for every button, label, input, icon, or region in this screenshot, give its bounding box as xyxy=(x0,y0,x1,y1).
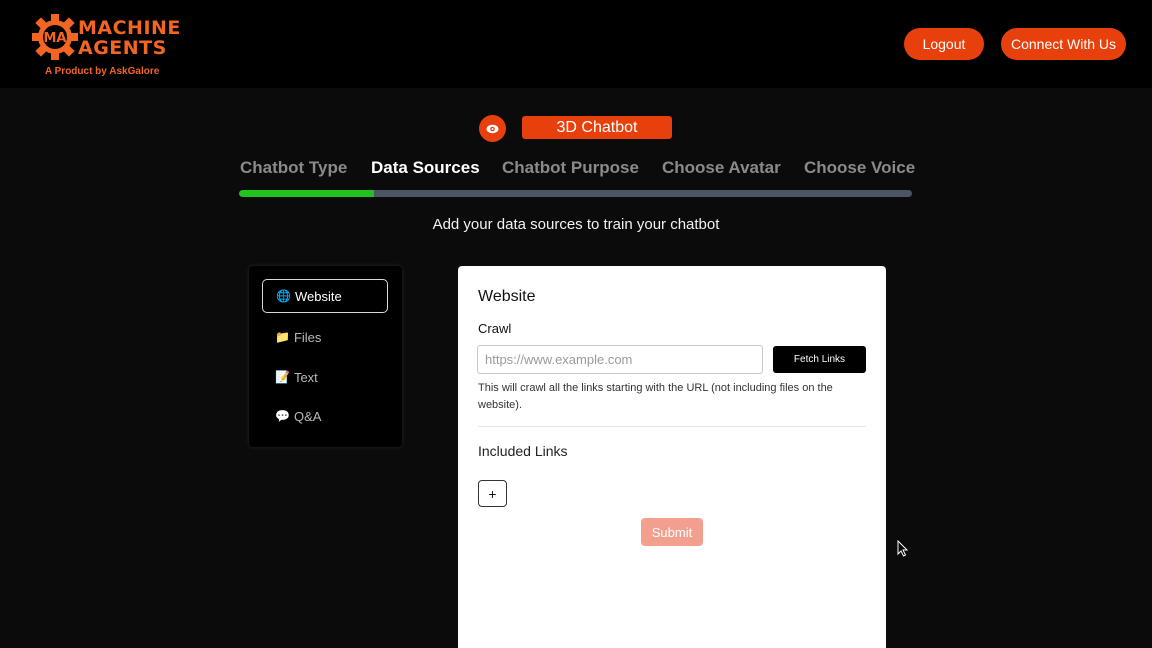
mouse-pointer-icon xyxy=(897,540,909,557)
wizard-progress-bar xyxy=(239,190,912,197)
source-item-website[interactable]: 🌐 Website xyxy=(262,279,388,313)
memo-icon: 📝 xyxy=(275,370,290,384)
submit-button[interactable]: Submit xyxy=(641,518,703,546)
source-label: Website xyxy=(294,288,342,304)
step-chatbot-purpose[interactable]: Chatbot Purpose xyxy=(502,158,639,178)
folder-icon: 📁 xyxy=(275,330,290,344)
add-link-button[interactable]: + xyxy=(478,480,507,507)
page-subtitle: Add your data sources to train your chat… xyxy=(432,216,720,233)
top-header: MA MACHINE AGENTS A Product by AskGalore… xyxy=(0,0,1152,88)
crawl-url-input[interactable] xyxy=(477,345,763,374)
speech-bubble-icon: 💬 xyxy=(275,409,290,423)
source-label: Q&A xyxy=(293,408,322,424)
logo-line-2: AGENTS xyxy=(78,37,167,59)
globe-icon: 🌐 xyxy=(276,289,291,303)
crawl-hint: This will crawl all the links starting w… xyxy=(478,382,833,411)
divider xyxy=(478,426,866,427)
step-choose-avatar[interactable]: Choose Avatar xyxy=(662,158,781,178)
source-label: Files xyxy=(293,329,322,345)
logo-badge: MA xyxy=(44,31,67,46)
logo-line-1: MACHINE xyxy=(78,17,181,39)
gear-logo-icon: MA xyxy=(32,14,78,60)
connect-with-us-button[interactable]: Connect With Us xyxy=(1001,28,1126,60)
crawl-label: Crawl xyxy=(478,321,512,336)
source-label: Text xyxy=(293,369,318,385)
step-chatbot-type[interactable]: Chatbot Type xyxy=(240,158,347,178)
source-item-text[interactable]: 📝 Text xyxy=(262,360,388,394)
panel-title: Website xyxy=(478,288,536,305)
step-data-sources[interactable]: Data Sources xyxy=(371,158,480,178)
chatbot-type-badge: 3D Chatbot xyxy=(522,116,672,139)
source-item-files[interactable]: 📁 Files xyxy=(262,320,388,354)
fetch-links-button[interactable]: Fetch Links xyxy=(773,346,866,373)
machine-agents-logo[interactable]: MA MACHINE AGENTS A Product by AskGalore xyxy=(32,14,182,78)
step-choose-voice[interactable]: Choose Voice xyxy=(804,158,915,178)
logo-wordmark: MACHINE AGENTS xyxy=(78,18,181,58)
included-links-heading: Included Links xyxy=(478,443,568,459)
source-item-qa[interactable]: 💬 Q&A xyxy=(262,399,388,433)
eye-icon xyxy=(486,124,499,133)
preview-eye-button[interactable] xyxy=(479,115,506,142)
data-source-menu: 🌐 Website 📁 Files 📝 Text 💬 Q&A xyxy=(249,266,402,447)
website-source-panel: Website Crawl Fetch Links This will craw… xyxy=(458,266,886,648)
logo-tagline: A Product by AskGalore xyxy=(45,66,160,77)
progress-fill xyxy=(239,190,374,197)
logout-button[interactable]: Logout xyxy=(904,28,984,60)
